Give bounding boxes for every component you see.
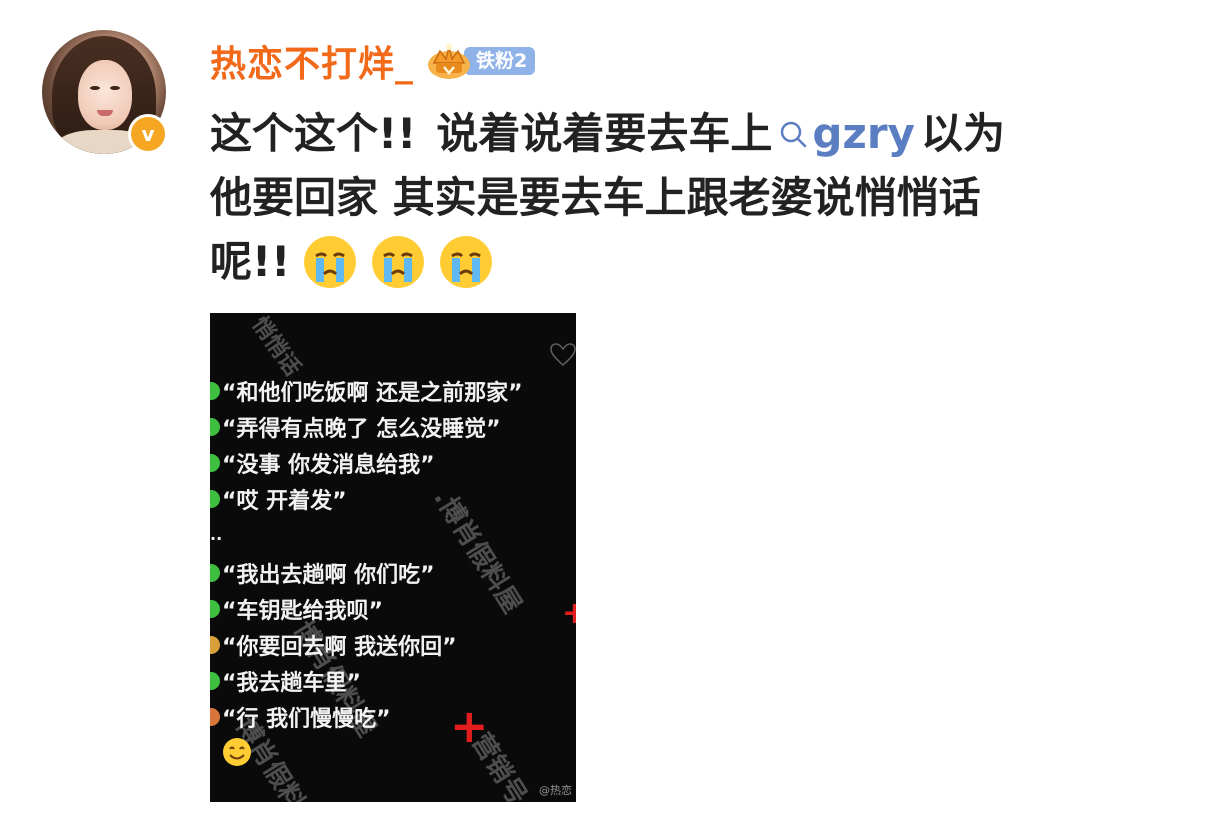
- post-text-line-2: 他要回家 其实是要去车上跟老婆说悄悄话: [210, 173, 981, 222]
- post-image[interactable]: 悄悄话 “和他们吃饭啊 还是之前那家” “弄得有点晚了 怎么没睡觉” “没事 你…: [210, 313, 576, 802]
- fan-badge[interactable]: 铁粉2: [426, 44, 536, 79]
- fan-level-label: 铁粉2: [464, 47, 536, 75]
- crying-face-icon: [372, 236, 425, 288]
- heart-outline-icon: [550, 343, 576, 367]
- crown-icon: [428, 44, 471, 79]
- red-cross-icon: +: [450, 699, 489, 753]
- red-cross-icon: +: [562, 596, 576, 631]
- post-header: 热恋不打烊_ 铁粉2: [210, 35, 536, 87]
- chat-line: “我出去趟啊 你们吃”: [210, 557, 435, 589]
- post-text-line-3: 呢!!: [210, 230, 1170, 294]
- weibo-post: v 热恋不打烊_ 铁粉2 这个这个!! 说着说着要去车上 gzry 以为 他要回…: [0, 0, 1206, 821]
- chat-line: “弄得有点晚了 怎么没睡觉”: [210, 411, 501, 443]
- topic-link-label[interactable]: gzry: [812, 102, 915, 166]
- crying-face-icon: [304, 236, 357, 288]
- topic-link[interactable]: gzry: [778, 102, 915, 166]
- image-credit: @热恋: [539, 784, 572, 797]
- chat-line: “和他们吃饭啊 还是之前那家”: [210, 375, 523, 407]
- chat-line: “没事 你发消息给我”: [210, 447, 435, 479]
- smile-emoji-icon: [223, 738, 251, 766]
- watermark-text: .博肖假料屋: [427, 484, 528, 619]
- post-text-line-1: 这个这个!! 说着说着要去车上 gzry 以为: [210, 102, 1170, 166]
- chat-line: “哎 开着发”: [210, 483, 347, 515]
- avatar[interactable]: v: [42, 30, 168, 154]
- chat-line: “车钥匙给我呗”: [210, 593, 383, 625]
- username[interactable]: 热恋不打烊_: [210, 35, 414, 87]
- post-text: 这个这个!! 说着说着要去车上 gzry 以为 他要回家 其实是要去车上跟老婆说…: [210, 102, 1170, 294]
- watermark-text: 悄悄话: [246, 313, 305, 381]
- search-icon: [781, 121, 807, 148]
- verified-badge-icon: v: [128, 114, 168, 154]
- crying-face-icon: [440, 236, 493, 288]
- chat-line: ..: [210, 525, 223, 544]
